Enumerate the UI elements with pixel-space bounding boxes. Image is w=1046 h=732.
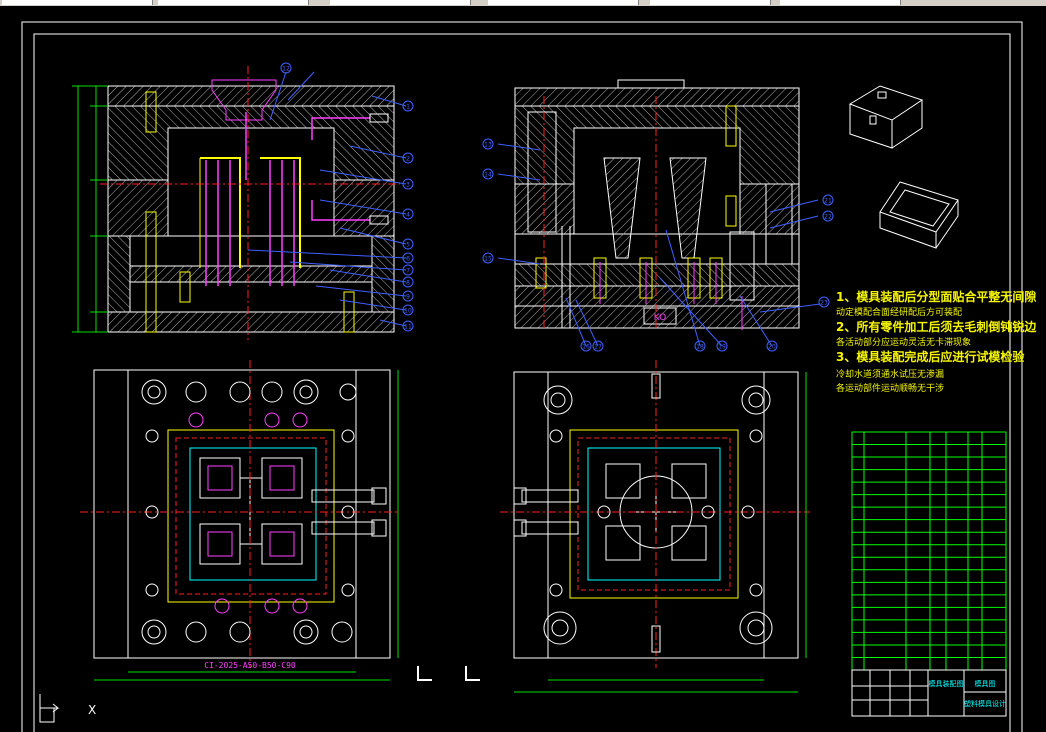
toolbar-field-6[interactable]	[780, 0, 901, 5]
part-balloon: 16	[580, 340, 592, 352]
ucs-x-label: X	[88, 703, 96, 717]
note-line-6: 冷却水道须通水试压无渗漏	[836, 370, 945, 380]
balloon-number: 13	[484, 142, 492, 149]
balloon-number: 19	[718, 344, 726, 351]
right-section-view: KO	[514, 79, 800, 330]
marker-l-1	[417, 666, 432, 681]
balloon-number: 16	[582, 344, 590, 351]
balloon-number: 12	[282, 66, 290, 73]
toolbar-field-3[interactable]	[330, 0, 471, 5]
note-line-4: 各活动部分应运动灵活无卡滞现象	[836, 338, 972, 348]
marker-l-2	[465, 666, 480, 681]
note-line-5: 3、模具装配完成后应进行试模检验	[836, 350, 1025, 364]
balloon-number: 23	[820, 300, 828, 307]
note-line-2: 动定模配合面经研配后方可装配	[836, 308, 963, 318]
balloon-number: 11	[404, 324, 412, 331]
part-balloon: 22	[822, 210, 834, 222]
part-balloon: 17	[592, 340, 604, 352]
balloon-number: 15	[484, 256, 492, 263]
title-cell-c: 塑料模具设计	[964, 699, 1006, 708]
toolbar-field-2[interactable]	[158, 0, 309, 5]
drawing-canvas[interactable]: 123456789101112 KO 13141516 17 18 19 202…	[0, 6, 1046, 732]
note-line-7: 各运动部件运动顺畅无干涉	[836, 384, 945, 394]
title-cell-b: 模具图	[975, 679, 996, 688]
balloon-number: 6	[406, 256, 410, 263]
balloon-number: 7	[406, 268, 410, 275]
part-balloon: 14	[482, 168, 494, 180]
part-balloon: 21	[822, 194, 834, 206]
balloon-number: 2	[406, 156, 410, 163]
part-balloon: 15	[482, 252, 494, 264]
part-balloon: 23	[818, 296, 830, 308]
balloon-number: 1	[406, 104, 410, 111]
note-line-1: 1、模具装配后分型面贴合平整无间隙	[836, 290, 1037, 304]
part-balloon: 18	[694, 340, 706, 352]
balloon-number: 8	[406, 280, 410, 287]
balloon-number: 10	[404, 308, 412, 315]
balloon-number: 20	[768, 344, 776, 351]
balloon-number: 4	[406, 212, 410, 219]
part-balloon: 13	[482, 138, 494, 150]
spec-label: CI-2025-A50-B50-C90	[204, 661, 296, 670]
part-balloon: 12	[280, 62, 292, 74]
left-section-view	[72, 66, 400, 340]
bom-table	[851, 431, 1007, 671]
balloon-number: 18	[696, 344, 704, 351]
toolbar-field-1[interactable]	[2, 0, 153, 5]
bottom-left-plan	[80, 360, 400, 681]
ucs-icon	[39, 694, 60, 723]
bottom-right-plan	[500, 360, 810, 693]
balloon-number: 22	[824, 214, 832, 221]
part-balloon: 19	[716, 340, 728, 352]
balloon-number: 3	[406, 182, 410, 189]
title-block	[851, 669, 1007, 717]
balloon-number: 21	[824, 198, 832, 205]
balloon-number: 9	[406, 294, 410, 301]
note-line-3: 2、所有零件加工后须去毛刺倒钝锐边	[836, 320, 1037, 334]
balloon-number: 5	[406, 242, 410, 249]
balloon-number: 17	[594, 344, 602, 351]
title-cell-a: 模具装配图	[929, 679, 964, 688]
part-balloon: 10	[402, 304, 414, 316]
toolbar-field-5[interactable]	[650, 0, 771, 5]
part-balloon: 20	[766, 340, 778, 352]
iso-part-bottom	[879, 181, 959, 249]
part-balloon: 11	[402, 320, 414, 332]
balloon-number: 14	[484, 172, 492, 179]
toolbar-field-4[interactable]	[488, 0, 639, 5]
iso-part-top	[848, 85, 924, 149]
